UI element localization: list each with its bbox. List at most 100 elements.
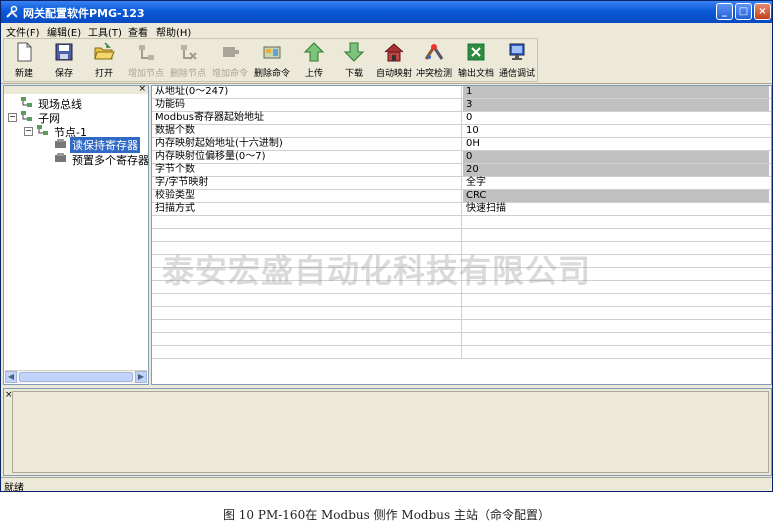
property-name: 扫描方式 <box>152 203 462 215</box>
empty-cell <box>152 294 462 306</box>
scroll-right-arrow-icon[interactable]: ▶ <box>135 371 147 383</box>
property-value[interactable]: CRC <box>463 190 769 202</box>
property-value[interactable]: 0H <box>463 138 769 150</box>
scroll-thumb[interactable] <box>19 372 133 382</box>
add-command-icon <box>223 47 239 57</box>
comm-debug-label: 通信调试 <box>498 69 535 79</box>
window-title: 网关配置软件PMG-123 <box>23 7 145 20</box>
property-row[interactable]: 字/字节映射 全字 <box>152 177 771 190</box>
download-arrow-icon <box>343 42 365 62</box>
close-button[interactable]: × <box>754 3 771 20</box>
app-window: 网关配置软件PMG-123 _ □ × 文件(F) 编辑(E) 工具(T) 查看… <box>0 0 773 492</box>
property-value[interactable]: 3 <box>463 99 769 111</box>
conflict-check-button[interactable]: 冲突检测 <box>414 41 454 81</box>
property-name: 内存映射起始地址(十六进制) <box>152 138 462 150</box>
empty-row <box>152 294 771 307</box>
new-file-icon <box>17 42 32 62</box>
title-bar[interactable]: 网关配置软件PMG-123 _ □ × <box>1 1 772 23</box>
tree-pane-close-icon[interactable]: × <box>138 84 146 94</box>
download-button[interactable]: 下载 <box>338 41 370 81</box>
menu-view[interactable]: 查看 <box>128 24 148 39</box>
conflict-check-icon <box>424 44 444 60</box>
empty-row <box>152 333 771 346</box>
node-collapse-toggle[interactable]: − <box>24 127 33 136</box>
property-row[interactable]: 内存映射起始地址(十六进制) 0H <box>152 138 771 151</box>
open-folder-icon <box>94 42 115 60</box>
watermark-text: 泰安宏盛自动化科技有限公司 <box>162 252 592 290</box>
property-value[interactable]: 20 <box>463 164 769 176</box>
save-icon <box>55 43 73 61</box>
property-value[interactable]: 1 <box>463 86 769 98</box>
project-tree[interactable]: × 现场总线 − 子网 − 节点-1 读保持寄存器 预置多个寄存器 ◀ ▶ <box>3 84 149 385</box>
scroll-left-arrow-icon[interactable]: ◀ <box>5 371 17 383</box>
menu-tools[interactable]: 工具(T) <box>88 24 122 39</box>
property-row[interactable]: Modbus寄存器起始地址 0 <box>152 112 771 125</box>
delete-node-label: 删除节点 <box>169 69 206 79</box>
add-node-icon <box>139 45 154 60</box>
subnet-icon <box>21 111 32 121</box>
delete-command-label: 删除命令 <box>253 69 290 79</box>
property-row[interactable]: 功能码 3 <box>152 99 771 112</box>
tree-horizontal-scrollbar[interactable]: ◀ ▶ <box>5 370 147 383</box>
toolbar-divider <box>1 83 772 84</box>
figure-caption: 图 10 PM-160在 Modbus 侧作 Modbus 主站（命令配置） <box>222 508 550 522</box>
tree-command-label: 预置多个寄存器 <box>72 154 149 167</box>
delete-node-button[interactable]: 删除节点 <box>168 41 208 81</box>
empty-row <box>152 216 771 229</box>
new-button[interactable]: 新建 <box>8 41 40 81</box>
export-document-button[interactable]: 输出文档 <box>456 41 496 81</box>
property-value[interactable]: 全字 <box>463 177 769 189</box>
property-row[interactable]: 字节个数 20 <box>152 164 771 177</box>
empty-cell <box>152 307 462 319</box>
subnet-collapse-toggle[interactable]: − <box>8 113 17 122</box>
property-value[interactable]: 0 <box>463 112 769 124</box>
property-row[interactable]: 内存映射位偏移量(0～7) 0 <box>152 151 771 164</box>
auto-map-button[interactable]: 自动映射 <box>374 41 414 81</box>
add-command-label: 增加命令 <box>211 69 248 79</box>
property-name: 字节个数 <box>152 164 462 176</box>
tools-icon <box>6 5 18 18</box>
property-value[interactable]: 快速扫描 <box>463 203 769 215</box>
property-row[interactable]: 从地址(0～247) 1 <box>152 86 771 99</box>
add-node-label: 增加节点 <box>127 69 164 79</box>
property-name: 数据个数 <box>152 125 462 137</box>
maximize-button[interactable]: □ <box>735 3 752 20</box>
empty-row <box>152 320 771 333</box>
add-node-button[interactable]: 增加节点 <box>126 41 166 81</box>
property-value[interactable]: 10 <box>463 125 769 137</box>
property-row[interactable]: 数据个数 10 <box>152 125 771 138</box>
tree-command-label-selected: 读保持寄存器 <box>70 137 140 153</box>
empty-cell <box>152 333 462 345</box>
export-document-label: 输出文档 <box>457 69 494 79</box>
upload-button[interactable]: 上传 <box>298 41 330 81</box>
export-document-icon <box>467 43 485 61</box>
delete-command-button[interactable]: 删除命令 <box>252 41 292 81</box>
minimize-button[interactable]: _ <box>716 3 733 20</box>
output-text-area[interactable] <box>12 391 769 473</box>
node-icon <box>37 125 48 135</box>
property-name: Modbus寄存器起始地址 <box>152 112 462 124</box>
status-bar: 就绪 <box>1 477 772 492</box>
save-label: 保存 <box>54 69 73 79</box>
property-row[interactable]: 扫描方式 快速扫描 <box>152 203 771 216</box>
property-name: 内存映射位偏移量(0～7) <box>152 151 462 163</box>
property-grid[interactable]: 从地址(0～247) 1 功能码 3 Modbus寄存器起始地址 0 数据个数 10 内存映射起… <box>151 85 772 385</box>
empty-cell <box>152 216 462 228</box>
comm-debug-button[interactable]: 通信调试 <box>497 41 537 81</box>
menu-file[interactable]: 文件(F) <box>6 24 40 39</box>
menu-edit[interactable]: 编辑(E) <box>47 24 81 39</box>
new-label: 新建 <box>14 69 33 79</box>
add-command-button[interactable]: 增加命令 <box>210 41 250 81</box>
status-text: 就绪 <box>4 483 24 492</box>
menu-help[interactable]: 帮助(H) <box>156 24 191 39</box>
property-name: 功能码 <box>152 99 462 111</box>
upload-arrow-icon <box>303 42 325 62</box>
property-value[interactable]: 0 <box>463 151 769 163</box>
save-button[interactable]: 保存 <box>48 41 80 81</box>
empty-cell <box>152 229 462 241</box>
property-name: 字/字节映射 <box>152 177 462 189</box>
conflict-check-label: 冲突检测 <box>415 69 452 79</box>
output-pane: × <box>3 388 772 476</box>
open-button[interactable]: 打开 <box>88 41 120 81</box>
property-row[interactable]: 校验类型 CRC <box>152 190 771 203</box>
